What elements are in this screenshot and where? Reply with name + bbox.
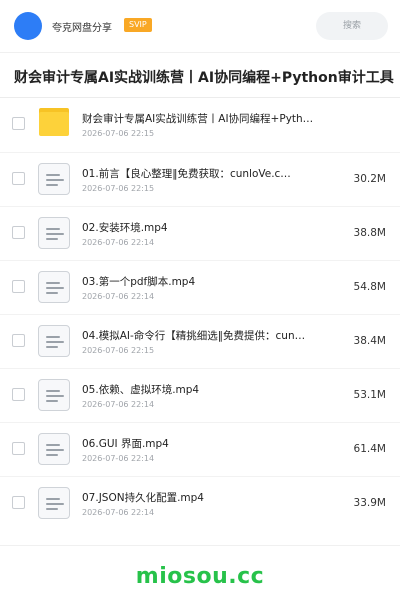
file-date: 2026-07-06 22:14	[82, 292, 155, 301]
document-icon	[38, 271, 70, 303]
header: 夸克网盘分享 SVIP 搜索	[0, 0, 400, 52]
row-checkbox[interactable]	[12, 496, 25, 509]
file-date: 2026-07-06 22:14	[82, 508, 155, 517]
file-list: 财会审计专属AI实战训练营丨AI协同编程+Pyth… 2026-07-06 22…	[0, 98, 400, 530]
row-checkbox[interactable]	[12, 172, 25, 185]
file-name: 04.模拟AI-命令行【精挑细选‖免费提供：cun…	[82, 330, 306, 342]
file-row[interactable]: 02.安装环境.mp4 2026-07-06 22:14 38.8M	[0, 206, 400, 260]
file-row[interactable]: 04.模拟AI-命令行【精挑细选‖免费提供：cun… 2026-07-06 22…	[0, 314, 400, 368]
file-date: 2026-07-06 22:15	[82, 129, 155, 138]
file-row[interactable]: 03.第一个pdf脚本.mp4 2026-07-06 22:14 54.8M	[0, 260, 400, 314]
file-date: 2026-07-06 22:14	[82, 238, 155, 247]
file-size: 53.1M	[353, 389, 386, 401]
row-checkbox[interactable]	[12, 280, 25, 293]
svip-badge: SVIP	[124, 18, 152, 32]
file-date: 2026-07-06 22:14	[82, 454, 155, 463]
file-size: 61.4M	[353, 443, 386, 455]
file-size: 54.8M	[353, 281, 386, 293]
row-checkbox[interactable]	[12, 226, 25, 239]
file-size: 30.2M	[353, 173, 386, 185]
document-icon	[38, 487, 70, 519]
file-name: 07.JSON持久化配置.mp4	[82, 492, 204, 504]
row-checkbox[interactable]	[12, 442, 25, 455]
file-date: 2026-07-06 22:14	[82, 400, 155, 409]
document-icon	[38, 379, 70, 411]
file-row[interactable]: 01.前言【良心整理‖免费获取：cunloVe.c… 2026-07-06 22…	[0, 152, 400, 206]
file-size: 33.9M	[353, 497, 386, 509]
share-title-bar: 财会审计专属AI实战训练营丨AI协同编程+Python审计工具	[0, 52, 400, 98]
document-icon	[38, 163, 70, 195]
row-checkbox[interactable]	[12, 388, 25, 401]
search-button[interactable]: 搜索	[316, 12, 388, 40]
divider	[0, 545, 400, 546]
file-size: 38.8M	[353, 227, 386, 239]
watermark: miosou.cc	[135, 564, 265, 589]
file-row[interactable]: 07.JSON持久化配置.mp4 2026-07-06 22:14 33.9M	[0, 476, 400, 530]
file-date: 2026-07-06 22:15	[82, 184, 155, 193]
file-row[interactable]: 06.GUI 界面.mp4 2026-07-06 22:14 61.4M	[0, 422, 400, 476]
document-icon	[38, 325, 70, 357]
file-date: 2026-07-06 22:15	[82, 346, 155, 355]
file-name: 财会审计专属AI实战训练营丨AI协同编程+Pyth…	[82, 113, 314, 125]
username: 夸克网盘分享	[52, 23, 112, 34]
folder-icon	[38, 108, 70, 140]
file-name: 02.安装环境.mp4	[82, 222, 168, 234]
page-title: 财会审计专属AI实战训练营丨AI协同编程+Python审计工具	[14, 70, 394, 86]
avatar[interactable]	[14, 12, 42, 40]
row-checkbox[interactable]	[12, 117, 25, 130]
folder-row[interactable]: 财会审计专属AI实战训练营丨AI协同编程+Pyth… 2026-07-06 22…	[0, 98, 400, 152]
file-name: 01.前言【良心整理‖免费获取：cunloVe.c…	[82, 168, 291, 180]
document-icon	[38, 217, 70, 249]
file-row[interactable]: 05.依赖、虚拟环境.mp4 2026-07-06 22:14 53.1M	[0, 368, 400, 422]
file-name: 05.依赖、虚拟环境.mp4	[82, 384, 200, 396]
row-checkbox[interactable]	[12, 334, 25, 347]
file-size: 38.4M	[353, 335, 386, 347]
file-name: 03.第一个pdf脚本.mp4	[82, 276, 196, 288]
document-icon	[38, 433, 70, 465]
file-name: 06.GUI 界面.mp4	[82, 438, 169, 450]
